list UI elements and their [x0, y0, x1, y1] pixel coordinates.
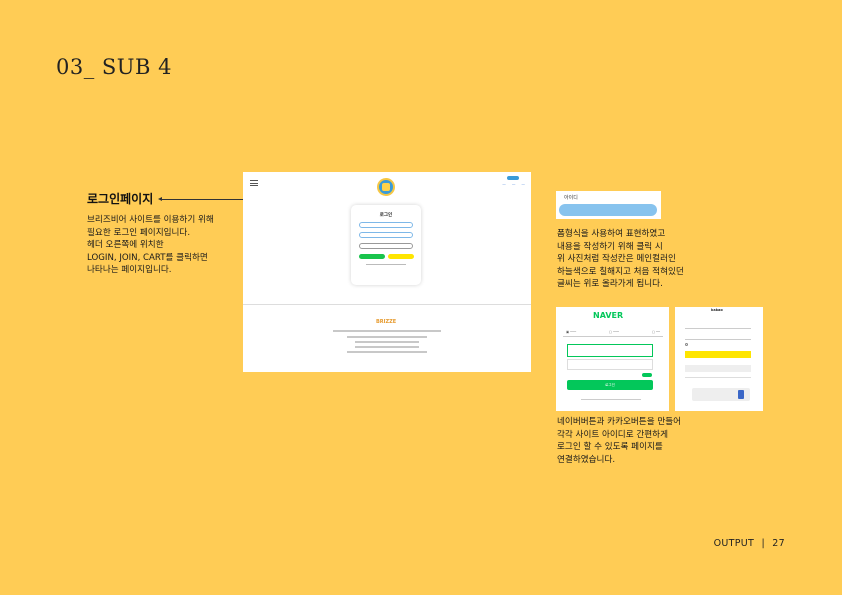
login-card: 로그인	[351, 205, 421, 285]
login-page-screenshot: — — — 로그인 BRIZZE	[243, 172, 531, 372]
kakao-id-input	[685, 323, 751, 329]
description-line: 헤더 오른쪽에 위치한	[87, 240, 164, 251]
footer-line	[355, 341, 419, 343]
kakao-links	[685, 377, 751, 379]
naver-login-screenshot: NAVER ▣ ─── ▢ ─── ▢ ── 로그인	[556, 307, 669, 411]
footer-line	[355, 346, 419, 348]
footer-label: OUTPUT	[713, 538, 755, 549]
naver-password-input	[567, 359, 653, 370]
kakao-title: kakao	[711, 308, 723, 312]
form-description: 폼형식을 사용하여 표현하였고 내용을 작성하기 위해 클릭 시 위 사진처럼 …	[557, 228, 684, 291]
naver-footer-links	[581, 399, 641, 401]
kakao-checkbox	[685, 343, 688, 346]
login-page-heading: 로그인페이지	[87, 192, 154, 206]
description-line: 하늘색으로 칠해지고 처음 적혀있던	[557, 266, 684, 277]
kakao-qr-button	[685, 365, 751, 372]
description-line: 위 사진처럼 작성칸은 메인컬러인	[557, 254, 676, 265]
section-heading: 로그인페이지	[87, 190, 153, 207]
description-line: 필요한 로그인 페이지입니다.	[87, 227, 191, 238]
login-description: 브리즈비어 사이트를 이용하기 위해 필요한 로그인 페이지입니다. 헤더 오른…	[87, 214, 214, 277]
naver-id-input	[567, 344, 653, 357]
naver-button	[358, 254, 385, 259]
hamburger-icon	[250, 180, 258, 186]
footer-separator: |	[761, 538, 765, 549]
page-title: 03_ SUB 4	[56, 55, 172, 79]
social-buttons	[351, 254, 421, 259]
footer-line	[333, 330, 441, 332]
kakao-login-screenshot: kakao	[675, 307, 763, 411]
page-number: 27	[772, 538, 785, 549]
id-field-label: 아이디	[564, 195, 578, 201]
badge	[507, 176, 519, 180]
naver-logo: NAVER	[593, 311, 624, 320]
header-links: — — —	[502, 176, 525, 186]
description-line: 글씨는 위로 올라가게 됩니다.	[557, 279, 663, 290]
description-line: 각각 사이트 아이디로 간편하게	[557, 429, 668, 440]
description-line: 나타나는 페이지입니다.	[87, 265, 172, 276]
description-line: 로그인 할 수 있도록 페이지를	[557, 442, 663, 453]
login-card-title: 로그인	[379, 213, 393, 218]
page-footer: OUTPUT | 27	[714, 538, 785, 549]
kakao-banner	[692, 388, 750, 401]
link-row	[366, 264, 406, 265]
divider	[243, 304, 531, 305]
naver-tabs: ▣ ─── ▢ ─── ▢ ──	[563, 329, 663, 337]
social-description: 네이버버튼과 카카오버튼을 만들어 각각 사이트 아이디로 간편하게 로그인 할…	[557, 416, 681, 466]
id-field	[359, 222, 413, 228]
password-field	[359, 232, 413, 238]
description-line: 내용을 작성하기 위해 클릭 시	[557, 241, 663, 252]
footer-line	[347, 336, 427, 338]
description-line: LOGIN, JOIN, CART를 클릭하면	[87, 252, 208, 263]
brizze-logo-icon	[377, 178, 395, 196]
pointer-arrow	[158, 197, 244, 201]
id-field-sample: 아이디	[556, 191, 661, 219]
kakao-login-button	[685, 351, 751, 358]
description-line: 폼형식을 사용하여 표현하였고	[557, 229, 666, 239]
description-line: 연결하였습니다.	[557, 454, 616, 465]
naver-login-button: 로그인	[567, 380, 653, 390]
kakao-button	[387, 254, 414, 259]
footer-logo: BRIZZE	[376, 319, 397, 325]
kakao-password-input	[685, 334, 751, 340]
id-field-input	[559, 204, 657, 216]
description-line: 네이버버튼과 카카오버튼을 만들어	[557, 417, 682, 427]
description-line: 브리즈비어 사이트를 이용하기 위해	[87, 215, 214, 225]
naver-toggle	[642, 373, 652, 377]
login-button	[359, 243, 413, 249]
footer-line	[347, 351, 427, 353]
